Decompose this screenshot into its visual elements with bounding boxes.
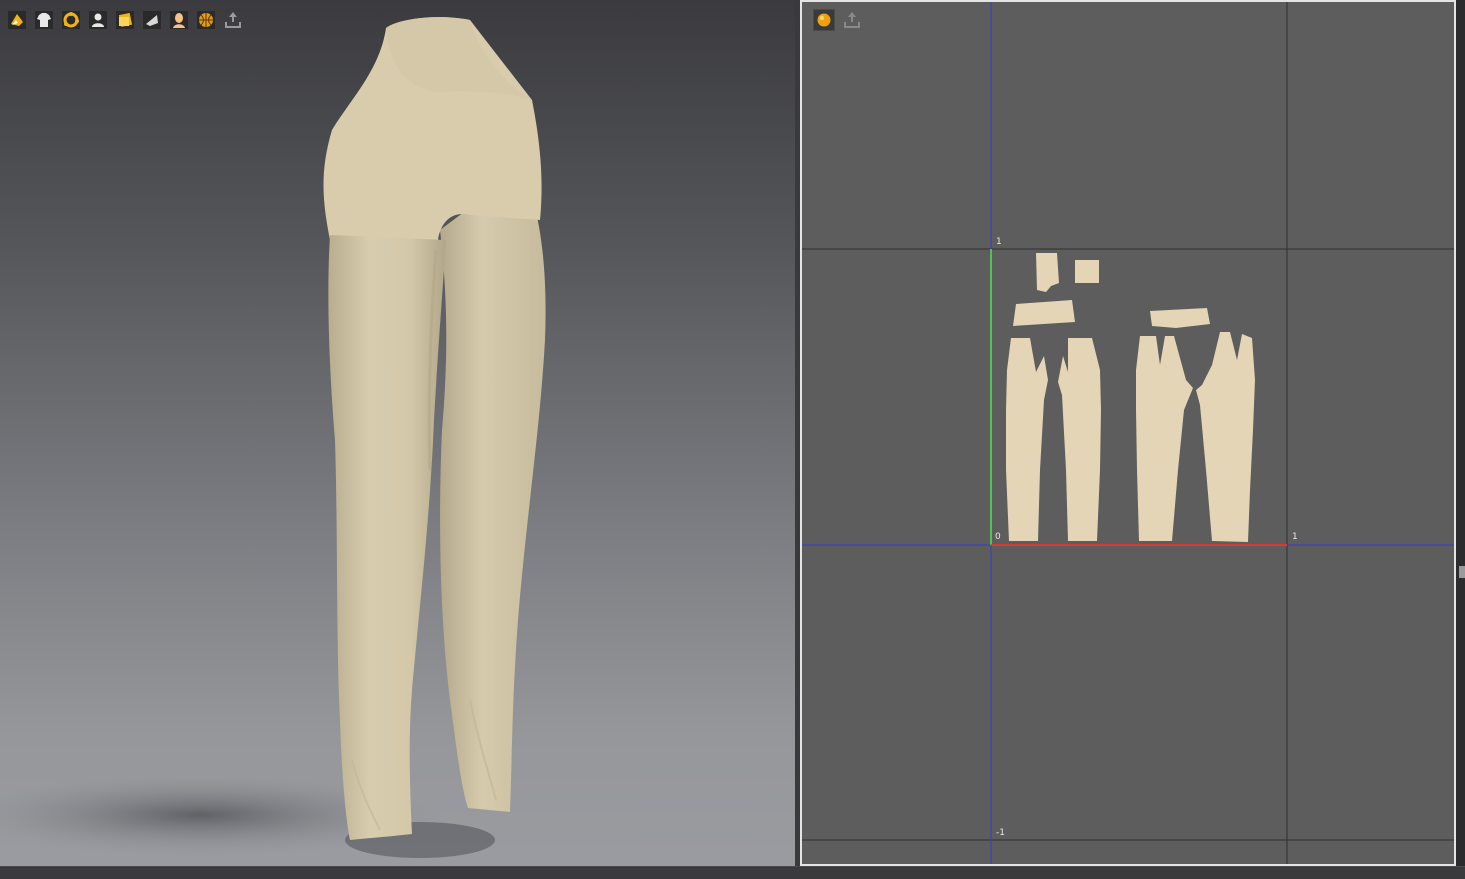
fabric-flag-icon[interactable] [141,9,163,31]
texture-layer-icon[interactable] [114,9,136,31]
right-panel-edge [1456,0,1465,866]
pattern-piece-back-leg-1 [1136,336,1193,541]
3d-viewport[interactable] [0,0,795,866]
2d-toolbar [813,9,863,31]
3d-toolbar [6,9,244,31]
pants-left-leg [328,235,446,840]
2d-grid [802,2,1454,864]
axis-label-v-one: 1 [996,237,1002,247]
avatar-display-icon[interactable] [87,9,109,31]
axis-label-u-one: 1 [1292,532,1298,542]
mesh-sphere-icon[interactable] [195,9,217,31]
pattern-piece-pocket-facing [1036,253,1059,292]
pattern-piece-back-leg-2 [1196,332,1255,542]
3d-garment-display-icon[interactable] [6,9,28,31]
axis-label-origin: 0 [995,532,1001,542]
3d-pants-garment[interactable] [0,0,795,866]
pants-right-leg [440,170,546,812]
avatar-skin-icon[interactable] [168,9,190,31]
status-bar [0,866,1465,879]
sewing-points-icon[interactable] [60,9,82,31]
pattern-piece-front-leg-2 [1058,338,1101,541]
pattern-pieces [1006,253,1255,542]
garment-shirt-icon[interactable] [33,9,55,31]
display-sphere-icon[interactable] [813,9,835,31]
pattern-piece-back-waistband [1150,308,1210,328]
2d-pattern-viewport[interactable]: 1 0 1 -1 [800,0,1456,866]
pattern-piece-pocket-square [1075,260,1099,283]
export-icon[interactable] [841,9,863,31]
pattern-piece-front-leg-1 [1006,338,1048,541]
pattern-piece-front-waistband [1013,300,1075,326]
export-icon[interactable] [222,9,244,31]
axis-label-v-minus-one: -1 [996,828,1005,838]
scrollbar-handle[interactable] [1459,566,1465,578]
